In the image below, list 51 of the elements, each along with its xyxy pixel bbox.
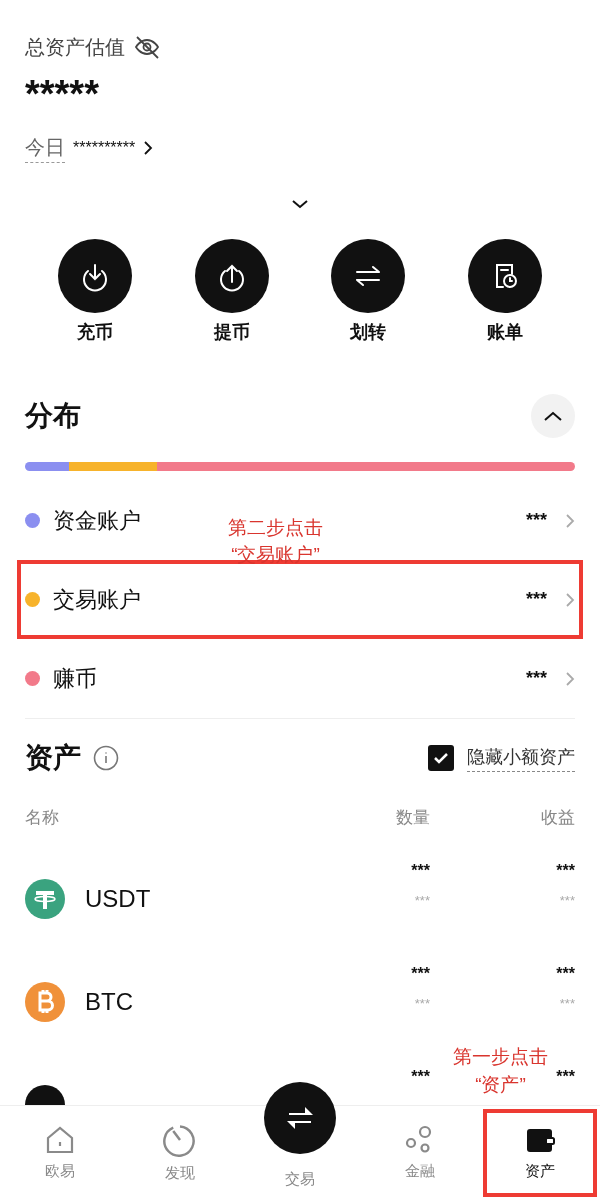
pnl-sub-value: *** xyxy=(559,891,575,910)
pnl-value: *** xyxy=(556,963,575,984)
pnl-value: *** xyxy=(556,1066,575,1087)
coin-icon xyxy=(25,1084,65,1106)
tether-coin-icon xyxy=(25,878,65,919)
today-pnl: ********** xyxy=(73,137,136,158)
eye-off-icon[interactable] xyxy=(133,33,161,61)
amount-sub-value: *** xyxy=(414,994,430,1013)
total-assets-label: 总资产估值 xyxy=(25,35,125,60)
bitcoin-coin-icon xyxy=(25,981,65,1022)
amount-value: *** xyxy=(411,860,430,881)
column-header: 数量 xyxy=(396,807,430,829)
coin-name: BTC xyxy=(85,986,133,1017)
amount-sub-value: *** xyxy=(414,891,430,910)
account-name[interactable]: 资金账户 xyxy=(53,504,141,537)
column-header: 名称 xyxy=(25,807,59,829)
account-value: *** xyxy=(526,667,547,690)
coin-name: USDT xyxy=(85,883,151,914)
info-icon[interactable] xyxy=(93,745,119,771)
nav-tab[interactable]: 金融 xyxy=(360,1106,480,1200)
hide-small-label: 隐藏小额资产 xyxy=(467,744,575,772)
account-value: *** xyxy=(526,509,547,532)
chevron-right-icon xyxy=(565,670,575,687)
chevron-right-icon xyxy=(565,591,575,608)
action-button[interactable]: 账单 xyxy=(436,239,573,346)
section-title: 资产 xyxy=(25,741,81,775)
amount-value: *** xyxy=(411,963,430,984)
column-header: 收益 xyxy=(541,807,575,829)
nav-tab[interactable]: 发现 xyxy=(120,1106,240,1200)
chevron-up-icon xyxy=(543,410,563,422)
annotation-text: 第二步点击 “交易账户” xyxy=(228,516,323,567)
collapse-button[interactable] xyxy=(531,394,575,438)
section-title: 分布 xyxy=(25,399,81,433)
chevron-down-icon[interactable] xyxy=(291,199,309,209)
account-name[interactable]: 赚币 xyxy=(53,662,97,695)
amount-value: *** xyxy=(411,1066,430,1087)
nav-label[interactable]: 交易 xyxy=(285,1167,315,1190)
pnl-value: *** xyxy=(556,860,575,881)
action-button[interactable]: 提币 xyxy=(163,239,300,346)
hide-small-checkbox[interactable] xyxy=(428,745,454,771)
account-name[interactable]: 交易账户 xyxy=(53,583,141,616)
today-label: 今日 xyxy=(25,132,65,163)
action-button[interactable]: 划转 xyxy=(300,239,437,346)
chevron-right-icon xyxy=(143,139,154,156)
action-button[interactable]: 充币 xyxy=(27,239,164,346)
balance-value: ***** xyxy=(25,72,100,117)
account-value: *** xyxy=(526,588,547,611)
nav-tab[interactable]: 欧易 xyxy=(0,1106,120,1200)
pnl-sub-value: *** xyxy=(559,994,575,1013)
chevron-right-icon xyxy=(565,512,575,529)
nav-tab[interactable]: 资产 xyxy=(480,1106,600,1200)
